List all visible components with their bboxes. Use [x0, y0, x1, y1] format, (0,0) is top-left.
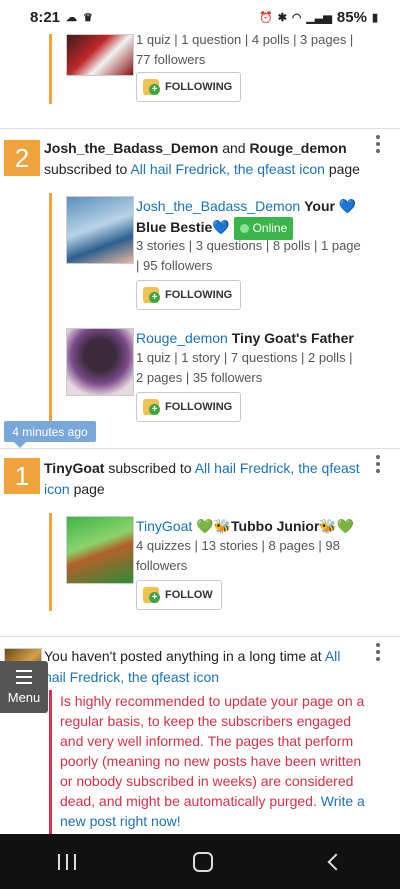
- divider: [0, 636, 400, 637]
- wifi-icon: ◠: [291, 11, 302, 24]
- subscriber-name-link[interactable]: TinyGoat: [136, 518, 192, 534]
- subscriber-heading: Josh_the_Badass_Demon Your 💙Blue Bestie💙…: [136, 196, 376, 240]
- subscriber-heading: Rouge_demon Tiny Goat's Father: [136, 328, 376, 349]
- subscriber-name-link[interactable]: Josh_the_Badass_Demon: [136, 198, 300, 214]
- avatar[interactable]: [66, 34, 134, 76]
- divider: [0, 448, 400, 449]
- follow-icon: [143, 79, 160, 95]
- subscriber-title: 💚🐝Tubbo Junior🐝💚: [196, 518, 355, 534]
- avatar[interactable]: [66, 516, 134, 584]
- subscriber-title: Tiny Goat's Father: [231, 330, 354, 346]
- follow-icon: [143, 287, 160, 303]
- following-button[interactable]: FOLLOWING: [136, 72, 242, 102]
- divider: [0, 128, 400, 129]
- more-options-icon[interactable]: [376, 135, 380, 153]
- back-icon[interactable]: [327, 853, 345, 870]
- warning-connector: [49, 690, 52, 834]
- rank-badge: 2: [4, 140, 40, 176]
- alarm-icon: ⏰: [258, 11, 273, 24]
- recent-apps-icon[interactable]: [58, 853, 77, 870]
- activity-text: Josh_the_Badass_Demon and Rouge_demon su…: [44, 140, 360, 177]
- user-link[interactable]: TinyGoat: [44, 460, 104, 476]
- avatar[interactable]: [66, 328, 134, 396]
- more-options-icon[interactable]: [376, 643, 380, 661]
- battery-icon: ▮: [371, 11, 378, 24]
- entry-connector: [49, 513, 52, 611]
- subscriber-heading: TinyGoat 💚🐝Tubbo Junior🐝💚: [136, 516, 376, 537]
- activity-text: TinyGoat subscribed to All hail Fredrick…: [44, 460, 360, 497]
- status-bar: 8:21 ☁ ♛ ⏰ ✱ ◠ ▁▃▅ 85% ▮: [0, 0, 400, 34]
- follow-icon: [143, 587, 160, 603]
- following-button[interactable]: FOLLOWING: [136, 280, 242, 310]
- entry-connector: [49, 193, 52, 421]
- timestamp-badge: 4 minutes ago: [4, 421, 96, 448]
- subscriber-stats: 4 quizzes | 13 stories | 8 pages | 98 fo…: [136, 538, 340, 573]
- subscriber-name-link[interactable]: Rouge_demon: [136, 330, 228, 346]
- user-link[interactable]: Josh_the_Badass_Demon: [44, 140, 218, 156]
- notice-text: You haven't posted anything in a long ti…: [44, 648, 341, 685]
- signal-icon: ▁▃▅: [306, 11, 332, 24]
- subscriber-stats: 1 quiz | 1 story | 7 questions | 2 polls…: [136, 350, 353, 385]
- menu-label: Menu: [7, 689, 41, 705]
- hamburger-icon: [16, 669, 32, 684]
- crown-icon: ♛: [83, 11, 93, 24]
- home-icon[interactable]: [192, 851, 213, 872]
- system-nav-bar: [0, 834, 400, 889]
- rank-badge: 1: [4, 458, 40, 494]
- entry-connector: [49, 34, 52, 104]
- follow-icon: [143, 399, 160, 415]
- user-link[interactable]: Rouge_demon: [249, 140, 346, 156]
- bluetooth-icon: ✱: [277, 11, 287, 24]
- inactivity-warning: Is highly recommended to update your pag…: [60, 693, 365, 829]
- cloud-icon: ☁: [66, 11, 78, 24]
- following-button[interactable]: FOLLOWING: [136, 392, 242, 422]
- menu-button[interactable]: Menu: [0, 661, 48, 713]
- status-time: 8:21: [30, 8, 61, 26]
- battery-percent: 85%: [336, 8, 367, 26]
- page-link[interactable]: All hail Fredrick, the qfeast icon: [130, 161, 325, 177]
- subscriber-stats: 1 quiz | 1 question | 4 polls | 3 pages …: [136, 32, 354, 67]
- follow-button[interactable]: FOLLOW: [136, 580, 222, 610]
- avatar[interactable]: [66, 196, 134, 264]
- subscriber-stats: 3 stories | 3 questions | 8 polls | 1 pa…: [136, 238, 361, 273]
